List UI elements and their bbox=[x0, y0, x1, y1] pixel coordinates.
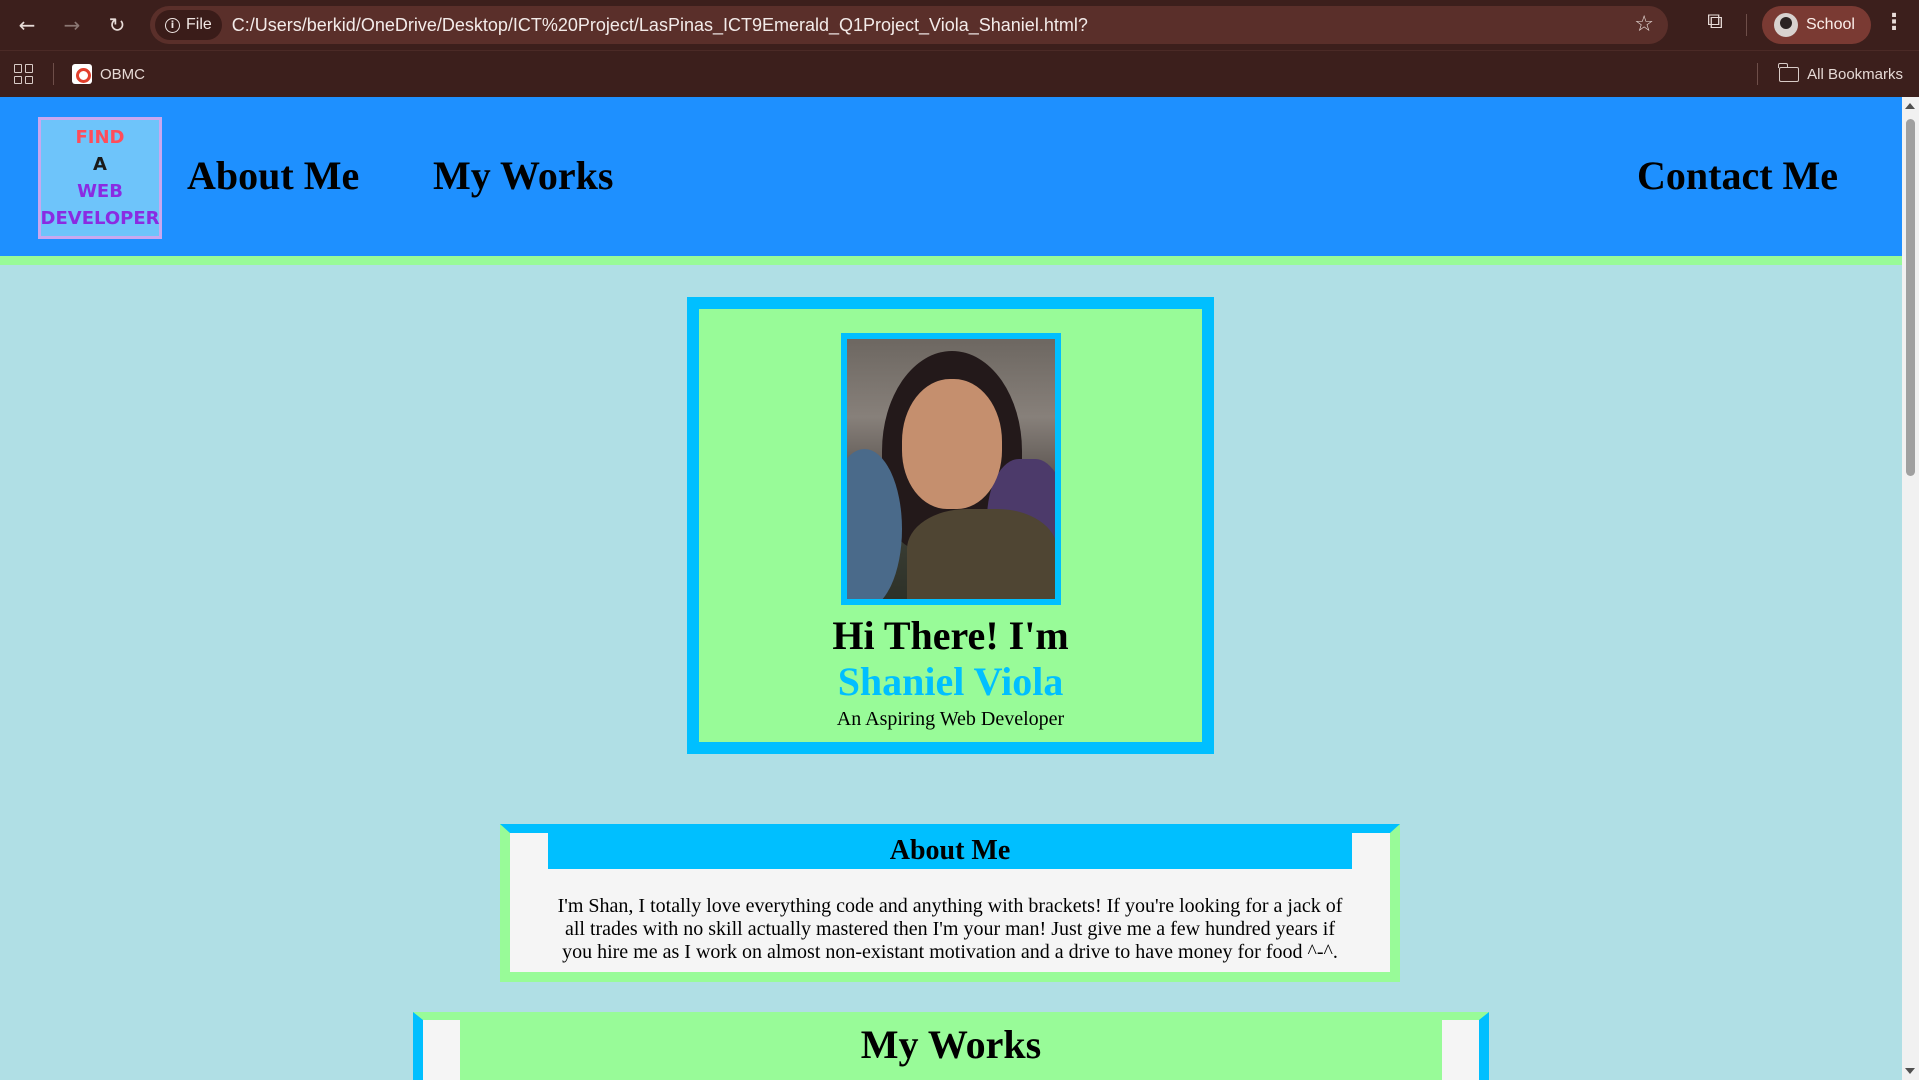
page-scrollbar[interactable] bbox=[1902, 97, 1919, 1080]
address-bar[interactable]: i File C:/Users/berkid/OneDrive/Desktop/… bbox=[150, 6, 1668, 44]
works-heading: My Works bbox=[460, 1020, 1442, 1080]
logo-line-1: FIND bbox=[75, 127, 125, 148]
browser-toolbar: ← → ↻ i File C:/Users/berkid/OneDrive/De… bbox=[0, 0, 1919, 50]
forward-arrow-icon[interactable]: → bbox=[54, 7, 90, 43]
toolbar-divider bbox=[1746, 14, 1747, 36]
logo-line-2: A bbox=[93, 154, 107, 175]
reload-icon[interactable]: ↻ bbox=[99, 7, 135, 43]
logo-line-4: DEVELOPER bbox=[40, 208, 160, 229]
avatar bbox=[1774, 13, 1798, 37]
site-header: FIND A WEB DEVELOPER About Me My Works C… bbox=[0, 97, 1902, 265]
bookmark-star-icon[interactable]: ☆ bbox=[1634, 12, 1654, 37]
works-section: My Works bbox=[413, 1012, 1489, 1080]
back-arrow-icon[interactable]: ← bbox=[9, 7, 45, 43]
logo-line-3: WEB bbox=[77, 181, 123, 202]
profile-photo bbox=[840, 333, 1061, 605]
about-heading: About Me bbox=[548, 833, 1352, 869]
about-section: About Me I'm Shan, I totally love everyt… bbox=[500, 824, 1400, 982]
hero-greeting: Hi There! I'm bbox=[832, 613, 1069, 658]
scroll-up-arrow-icon[interactable] bbox=[1905, 103, 1915, 109]
bookmarks-divider-right bbox=[1757, 63, 1758, 85]
profile-label: School bbox=[1806, 16, 1855, 33]
bookmark-obmc-label: OBMC bbox=[100, 65, 145, 83]
site-info-chip[interactable]: i File bbox=[155, 10, 222, 40]
nav-link-contact[interactable]: Contact Me bbox=[1637, 152, 1838, 199]
more-menu-icon[interactable]: ⋮ bbox=[1882, 10, 1906, 40]
all-bookmarks-label: All Bookmarks bbox=[1807, 65, 1903, 83]
apps-grid-icon[interactable] bbox=[14, 64, 34, 84]
folder-icon bbox=[1778, 62, 1800, 82]
url-text[interactable]: C:/Users/berkid/OneDrive/Desktop/ICT%20P… bbox=[232, 15, 1088, 36]
hero-name: Shaniel Viola bbox=[837, 659, 1064, 704]
web-page: FIND A WEB DEVELOPER About Me My Works C… bbox=[0, 97, 1902, 1080]
scroll-down-arrow-icon[interactable] bbox=[1905, 1068, 1915, 1074]
profile-button[interactable]: School bbox=[1762, 6, 1871, 44]
hero-tagline: An Aspiring Web Developer bbox=[836, 708, 1065, 730]
scroll-thumb[interactable] bbox=[1906, 119, 1915, 476]
bookmarks-divider bbox=[53, 63, 54, 85]
bookmark-obmc[interactable]: OBMC bbox=[72, 61, 145, 87]
about-body: I'm Shan, I totally love everything code… bbox=[557, 895, 1343, 963]
extensions-icon[interactable]: ⧉ bbox=[1700, 9, 1730, 39]
file-label: File bbox=[186, 16, 212, 33]
hero-card: Hi There! I'm Shaniel Viola An Aspiring … bbox=[687, 297, 1214, 754]
bookmarks-bar: OBMC All Bookmarks bbox=[0, 50, 1919, 97]
info-icon: i bbox=[165, 17, 180, 33]
nav-link-about[interactable]: About Me bbox=[187, 152, 359, 199]
nav-link-works[interactable]: My Works bbox=[433, 152, 613, 199]
all-bookmarks-button[interactable]: All Bookmarks bbox=[1778, 61, 1903, 87]
obmc-favicon-icon bbox=[72, 64, 92, 84]
site-logo[interactable]: FIND A WEB DEVELOPER bbox=[38, 117, 162, 239]
